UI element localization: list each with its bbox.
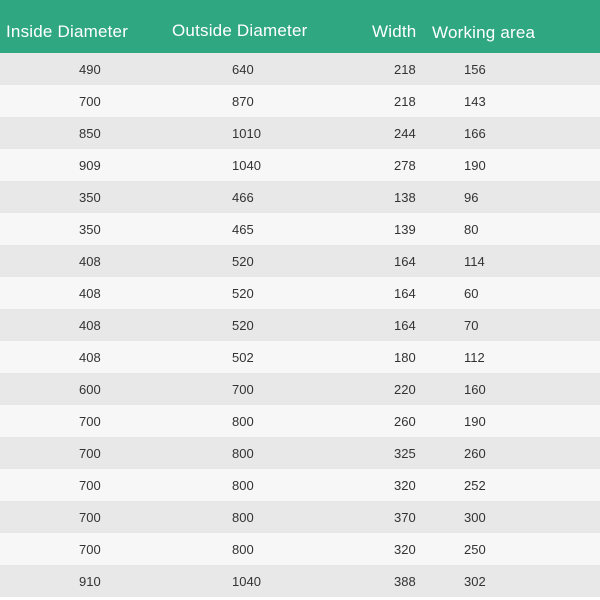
width-cell: 220 — [394, 382, 416, 397]
working-area-cell: 190 — [464, 414, 486, 429]
working-area-cell: 143 — [464, 94, 486, 109]
outside-diameter-cell: 1040 — [232, 574, 261, 589]
working-area-cell: 114 — [464, 254, 485, 269]
width-cell: 320 — [394, 478, 416, 493]
outside-diameter-cell: 520 — [232, 318, 254, 333]
width-cell: 164 — [394, 286, 416, 301]
width-cell: 139 — [394, 222, 416, 237]
outside-diameter-cell: 800 — [232, 510, 254, 525]
dimensions-table: Inside Diameter Outside Diameter Width W… — [0, 0, 600, 600]
inside-diameter-cell: 700 — [79, 510, 101, 525]
table-row: 490 640 218 156 — [0, 53, 600, 85]
table-row: 700 800 320 250 — [0, 533, 600, 565]
working-area-cell: 60 — [464, 286, 479, 301]
outside-diameter-cell: 466 — [232, 190, 254, 205]
inside-diameter-cell: 700 — [79, 478, 101, 493]
width-cell: 164 — [394, 318, 416, 333]
table-row: 350 466 138 96 — [0, 181, 600, 213]
working-area-cell: 300 — [464, 510, 486, 525]
outside-diameter-cell: 870 — [232, 94, 254, 109]
working-area-cell: 260 — [464, 446, 486, 461]
inside-diameter-cell: 490 — [79, 62, 101, 77]
outside-diameter-cell: 800 — [232, 542, 254, 557]
width-cell: 138 — [394, 190, 416, 205]
table-row: 909 1040 278 190 — [0, 149, 600, 181]
outside-diameter-cell: 800 — [232, 446, 254, 461]
working-area-cell: 96 — [464, 190, 479, 205]
table-row: 700 800 370 300 — [0, 501, 600, 533]
working-area-cell: 252 — [464, 478, 486, 493]
table-row: 700 800 260 190 — [0, 405, 600, 437]
inside-diameter-cell: 408 — [79, 350, 101, 365]
outside-diameter-cell: 465 — [232, 222, 254, 237]
table-row: 850 1010 244 166 — [0, 117, 600, 149]
width-cell: 320 — [394, 542, 416, 557]
width-cell: 164 — [394, 254, 416, 269]
width-cell: 278 — [394, 158, 416, 173]
table-row: 700 800 320 252 — [0, 469, 600, 501]
working-area-cell: 160 — [464, 382, 486, 397]
table-row: 408 520 164 70 — [0, 309, 600, 341]
working-area-cell: 166 — [464, 126, 486, 141]
inside-diameter-cell: 700 — [79, 542, 101, 557]
outside-diameter-cell: 520 — [232, 254, 254, 269]
inside-diameter-cell: 350 — [79, 190, 101, 205]
outside-diameter-cell: 800 — [232, 414, 254, 429]
outside-diameter-cell: 502 — [232, 350, 254, 365]
table-row: 350 465 139 80 — [0, 213, 600, 245]
inside-diameter-cell: 700 — [79, 446, 101, 461]
inside-diameter-cell: 408 — [79, 318, 101, 333]
inside-diameter-cell: 910 — [79, 574, 101, 589]
outside-diameter-cell: 700 — [232, 382, 254, 397]
width-cell: 218 — [394, 94, 416, 109]
inside-diameter-cell: 700 — [79, 414, 101, 429]
inside-diameter-cell: 408 — [79, 286, 101, 301]
width-cell: 260 — [394, 414, 416, 429]
width-cell: 218 — [394, 62, 416, 77]
inside-diameter-cell: 600 — [79, 382, 101, 397]
inside-diameter-cell: 850 — [79, 126, 101, 141]
outside-diameter-cell: 1040 — [232, 158, 261, 173]
table-row: 910 1040 388 302 — [0, 565, 600, 597]
working-area-cell: 302 — [464, 574, 486, 589]
outside-diameter-cell: 800 — [232, 478, 254, 493]
table-body: 490 640 218 156 700 870 218 143 850 1010 244 166 909… — [0, 53, 600, 597]
column-header-inside-diameter: Inside Diameter — [6, 22, 129, 41]
inside-diameter-cell: 408 — [79, 254, 101, 269]
working-area-cell: 70 — [464, 318, 479, 333]
width-cell: 370 — [394, 510, 416, 525]
table-row: 700 870 218 143 — [0, 85, 600, 117]
inside-diameter-cell: 700 — [79, 94, 101, 109]
outside-diameter-cell: 640 — [232, 62, 254, 77]
column-header-working-area: Working area — [432, 23, 536, 42]
table-row: 408 520 164 60 — [0, 277, 600, 309]
table-row: 408 502 180 112 — [0, 341, 600, 373]
outside-diameter-cell: 1010 — [232, 126, 261, 141]
table-row: 408 520 164 114 — [0, 245, 600, 277]
working-area-cell: 80 — [464, 222, 479, 237]
table-row: 600 700 220 160 — [0, 373, 600, 405]
column-header-width: Width — [372, 22, 417, 41]
table-row: 700 800 325 260 — [0, 437, 600, 469]
width-cell: 244 — [394, 126, 416, 141]
width-cell: 180 — [394, 350, 416, 365]
working-area-cell: 190 — [464, 158, 486, 173]
table-header: Inside Diameter Outside Diameter Width W… — [0, 0, 600, 53]
working-area-cell: 250 — [464, 542, 486, 557]
width-cell: 388 — [394, 574, 416, 589]
working-area-cell: 156 — [464, 62, 486, 77]
inside-diameter-cell: 909 — [79, 158, 101, 173]
column-header-outside-diameter: Outside Diameter — [172, 21, 308, 40]
width-cell: 325 — [394, 446, 416, 461]
working-area-cell: 112 — [464, 350, 485, 365]
inside-diameter-cell: 350 — [79, 222, 101, 237]
outside-diameter-cell: 520 — [232, 286, 254, 301]
